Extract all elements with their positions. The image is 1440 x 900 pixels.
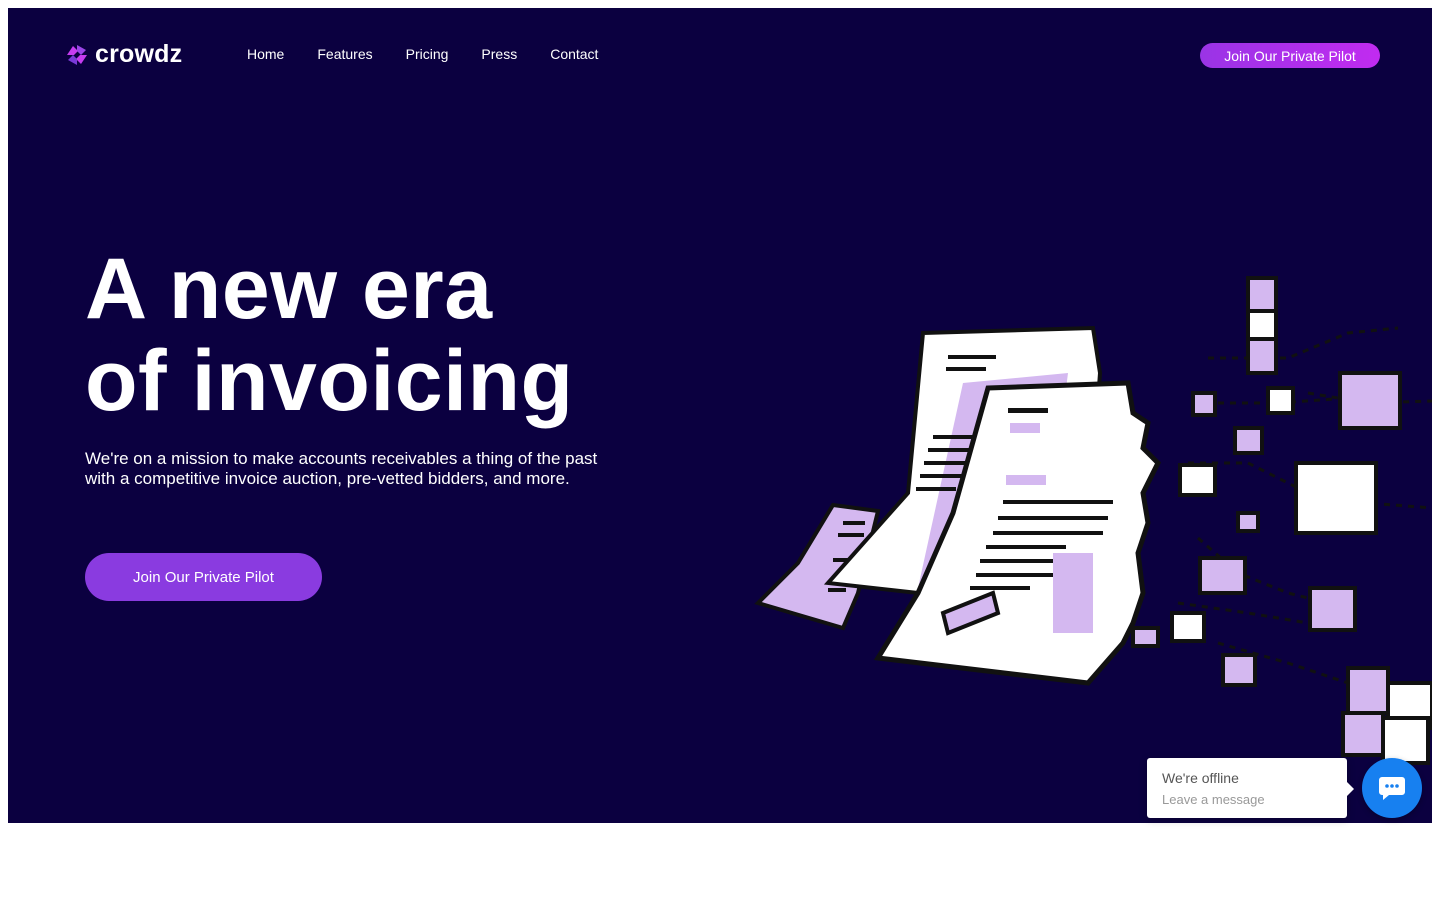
nav-link-contact[interactable]: Contact — [550, 46, 598, 62]
crowdz-logo-icon — [67, 44, 87, 65]
nav-link-pricing[interactable]: Pricing — [406, 46, 449, 62]
nav-link-press[interactable]: Press — [481, 46, 517, 62]
logo-text: crowdz — [95, 40, 183, 68]
hero-headline: A new era of invoicing — [85, 243, 574, 427]
headline-line-1: A new era — [85, 241, 493, 337]
logo[interactable]: crowdz — [63, 40, 182, 69]
nav-link-home[interactable]: Home — [247, 46, 284, 62]
nav-links: Home Features Pricing Press Contact — [247, 46, 598, 62]
hero-section: crowdz Home Features Pricing Press Conta… — [8, 8, 1432, 823]
chat-open-button[interactable] — [1362, 758, 1422, 818]
chat-icon — [1379, 777, 1405, 800]
invoice-blocks-illustration — [754, 276, 1432, 765]
chat-title: We're offline — [1162, 770, 1239, 786]
hero-subtext: We're on a mission to make accounts rece… — [85, 449, 598, 488]
chat-offline-bubble[interactable]: We're offline Leave a message — [1147, 758, 1354, 818]
top-navigation: crowdz Home Features Pricing Press Conta… — [8, 8, 1432, 103]
headline-line-2: of invoicing — [85, 333, 574, 429]
nav-join-pilot-button[interactable]: Join Our Private Pilot — [1200, 43, 1380, 68]
hero-join-pilot-button[interactable]: Join Our Private Pilot — [85, 553, 322, 601]
nav-link-features[interactable]: Features — [317, 46, 372, 62]
chat-subtitle: Leave a message — [1162, 792, 1265, 807]
